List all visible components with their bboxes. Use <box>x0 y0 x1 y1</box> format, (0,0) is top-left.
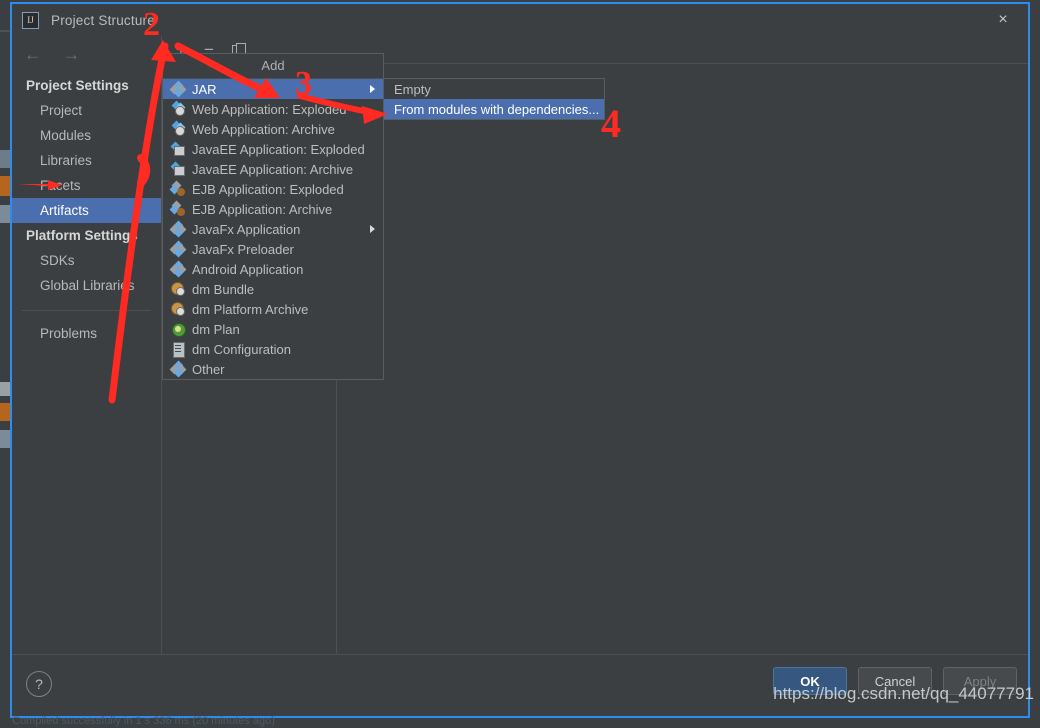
menu-item-label: Web Application: Exploded <box>192 101 347 117</box>
jar-icon <box>169 240 187 258</box>
dm-bundle-icon <box>171 282 185 296</box>
menu-item-label: EJB Application: Exploded <box>192 181 344 197</box>
dm-configuration-icon <box>171 342 185 358</box>
menu-item-label: JavaFx Application <box>192 221 301 237</box>
ejb-application-icon <box>169 200 185 216</box>
menu-item-label: JAR <box>192 81 217 97</box>
menu-item-dm-plan[interactable]: dm Plan <box>163 319 383 339</box>
dm-plan-icon <box>171 322 186 337</box>
sidebar-item-project[interactable]: Project <box>12 98 161 123</box>
intellij-logo-icon: IJ <box>22 11 39 29</box>
chevron-right-icon <box>370 85 375 93</box>
watermark-text: https://blog.csdn.net/qq_44077791 <box>773 684 1034 703</box>
menu-item-javaee-application-exploded[interactable]: JavaEE Application: Exploded <box>163 139 383 159</box>
menu-item-javafx-application[interactable]: JavaFx Application <box>163 219 383 239</box>
dm-bundle-icon <box>171 302 185 316</box>
menu-item-web-application-exploded[interactable]: Web Application: Exploded <box>163 99 383 119</box>
menu-item-label: JavaFx Preloader <box>192 241 294 257</box>
jar-icon <box>169 260 187 278</box>
menu-item-label: Other <box>192 361 225 377</box>
web-application-icon <box>171 120 186 136</box>
menu-item-label: dm Configuration <box>192 341 291 357</box>
menu-item-dm-configuration[interactable]: dm Configuration <box>163 339 383 359</box>
menu-item-label: dm Bundle <box>192 281 255 297</box>
menu-item-other[interactable]: Other <box>163 359 383 379</box>
submenu-item-empty[interactable]: Empty <box>384 79 604 99</box>
chevron-right-icon <box>370 225 375 233</box>
menu-item-javafx-preloader[interactable]: JavaFx Preloader <box>163 239 383 259</box>
menu-item-dm-platform-archive[interactable]: dm Platform Archive <box>163 299 383 319</box>
menu-item-label: dm Platform Archive <box>192 301 309 317</box>
jar-icon <box>169 360 187 378</box>
help-button[interactable]: ? <box>26 671 52 697</box>
dialog-title: Project Structure <box>51 12 155 28</box>
menu-item-web-application-archive[interactable]: Web Application: Archive <box>163 119 383 139</box>
menu-item-android-application[interactable]: Android Application <box>163 259 383 279</box>
settings-sidebar: ← → Project Settings Project Modules Lib… <box>12 36 162 654</box>
menu-item-ejb-application-archive[interactable]: EJB Application: Archive <box>163 199 383 219</box>
jar-icon <box>169 220 187 238</box>
artifacts-detail-pane <box>337 65 1028 654</box>
submenu-item-label: From modules with dependencies... <box>394 101 600 117</box>
ide-left-edge-sliver <box>0 0 10 728</box>
menu-item-label: dm Plan <box>192 321 240 337</box>
javaee-application-icon <box>170 161 185 176</box>
sidebar-item-facets[interactable]: Facets <box>12 173 161 198</box>
submenu-item-from-modules-with-dependencies[interactable]: From modules with dependencies... <box>384 99 604 119</box>
menu-item-label: JavaEE Application: Exploded <box>192 141 365 157</box>
sidebar-item-problems[interactable]: Problems <box>12 321 161 346</box>
ide-status-bar-text: Compiled successfully in 1 s 336 ms (20 … <box>12 715 275 727</box>
close-icon[interactable]: × <box>994 11 1012 29</box>
sidebar-item-artifacts[interactable]: Artifacts <box>12 198 161 223</box>
sidebar-group-platform-settings: Platform Settings <box>26 228 138 243</box>
dialog-titlebar: IJ Project Structure × <box>12 4 1028 36</box>
sidebar-item-global-libraries[interactable]: Global Libraries <box>12 273 161 298</box>
forward-arrow-icon[interactable]: → <box>63 46 80 63</box>
menu-item-jar[interactable]: JAR <box>163 79 383 99</box>
web-application-icon <box>171 100 186 116</box>
sidebar-group-project-settings: Project Settings <box>26 78 129 93</box>
back-arrow-icon[interactable]: ← <box>24 46 41 63</box>
jar-icon <box>169 80 187 98</box>
submenu-item-label: Empty <box>394 81 431 97</box>
menu-item-label: Android Application <box>192 261 304 277</box>
menu-item-label: Web Application: Archive <box>192 121 335 137</box>
sidebar-item-modules[interactable]: Modules <box>12 123 161 148</box>
menu-item-javaee-application-archive[interactable]: JavaEE Application: Archive <box>163 159 383 179</box>
add-artifact-menu: Add JAR Web Application: Exploded Web Ap… <box>162 53 384 380</box>
sidebar-item-libraries[interactable]: Libraries <box>12 148 161 173</box>
add-menu-header: Add <box>163 54 383 79</box>
menu-item-label: EJB Application: Archive <box>192 201 333 217</box>
menu-item-dm-bundle[interactable]: dm Bundle <box>163 279 383 299</box>
jar-submenu: Empty From modules with dependencies... <box>383 78 605 120</box>
menu-item-ejb-application-exploded[interactable]: EJB Application: Exploded <box>163 179 383 199</box>
ide-right-edge-sliver <box>1030 0 1040 728</box>
sidebar-divider <box>22 310 151 311</box>
ejb-application-icon <box>169 180 185 196</box>
menu-item-label: JavaEE Application: Archive <box>192 161 354 177</box>
sidebar-item-sdks[interactable]: SDKs <box>12 248 161 273</box>
sidebar-nav-arrows: ← → <box>12 40 161 73</box>
javaee-application-icon <box>170 141 185 156</box>
